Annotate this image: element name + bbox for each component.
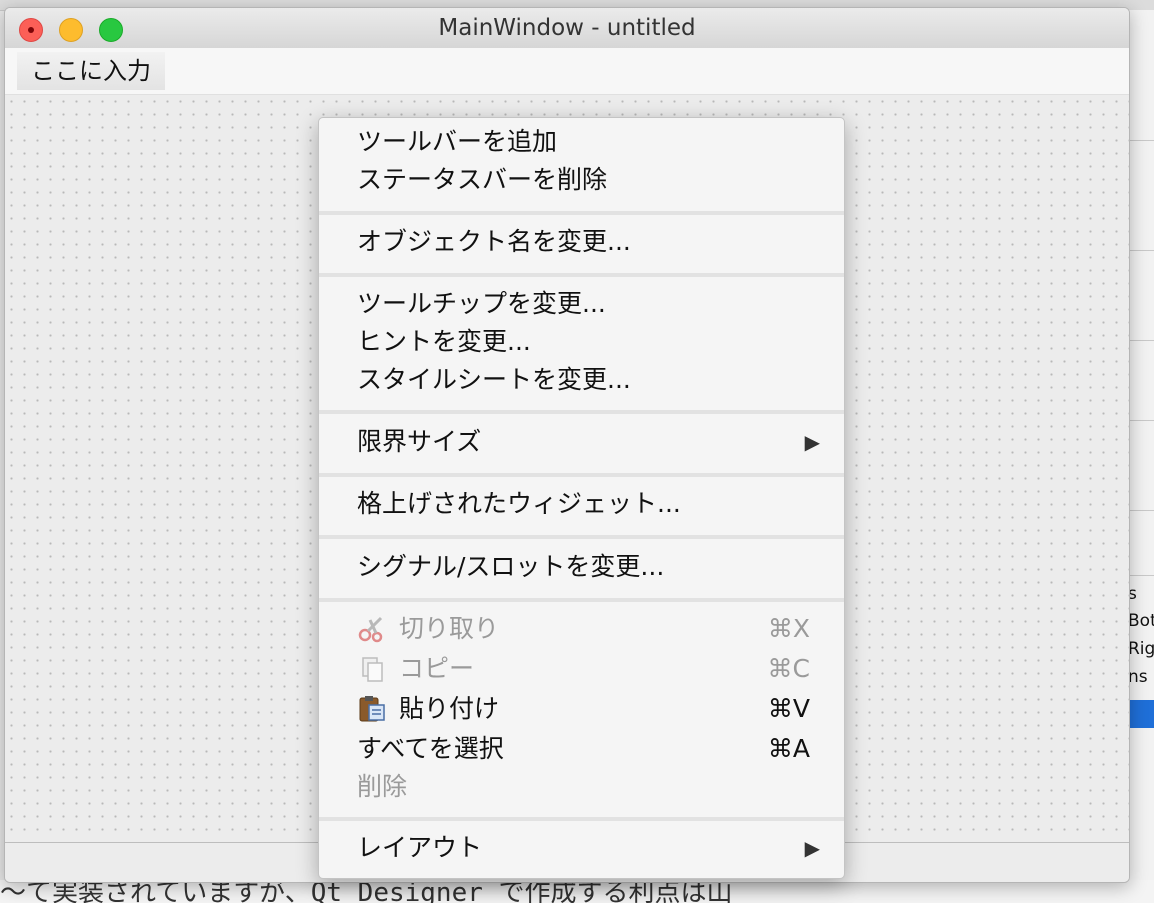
menu-item-remove-statusbar[interactable]: ステータスバーを削除	[319, 161, 844, 199]
menu-item-paste[interactable]: 貼り付け ⌘V	[319, 690, 844, 728]
window-title: MainWindow - untitled	[438, 15, 696, 41]
panel-divider	[1128, 340, 1154, 341]
menu-item-label: レイアウト	[357, 833, 483, 862]
scissors-icon	[357, 615, 387, 643]
shortcut-label: ⌘A	[767, 734, 810, 763]
menu-separator	[319, 273, 844, 277]
shortcut-label: ⌘X	[767, 614, 810, 643]
panel-divider	[1128, 510, 1154, 511]
menu-item-delete[interactable]: 削除	[319, 768, 844, 806]
menu-separator	[319, 535, 844, 539]
menu-item-select-all[interactable]: すべてを選択 ⌘A	[319, 730, 844, 768]
menu-item-label: 切り取り	[399, 614, 500, 643]
menu-item-label: ツールバーを追加	[357, 127, 558, 156]
menu-item-label: 貼り付け	[399, 694, 500, 723]
context-menu: ツールバーを追加 ステータスバーを削除 オブジェクト名を変更... ツールチップ…	[318, 117, 845, 879]
menu-placeholder-item[interactable]: ここに入力	[17, 52, 165, 90]
menu-separator	[319, 211, 844, 215]
menu-item-label: シグナル/スロットを変更...	[357, 552, 665, 581]
copy-icon	[357, 655, 387, 683]
panel-divider	[1128, 420, 1154, 421]
menu-item-change-stylesheet[interactable]: スタイルシートを変更...	[319, 361, 844, 399]
shortcut-label: ⌘V	[767, 694, 810, 723]
panel-divider	[1128, 250, 1154, 251]
panel-text: Righ	[1128, 639, 1154, 659]
menu-separator	[319, 473, 844, 477]
menu-item-cut[interactable]: 切り取り ⌘X	[319, 610, 844, 648]
menu-separator	[319, 598, 844, 602]
menu-bar: ここに入力	[5, 48, 1129, 95]
menu-item-label: 格上げされたウィジェット...	[357, 489, 681, 518]
menu-item-promoted-widgets[interactable]: 格上げされたウィジェット...	[319, 485, 844, 523]
menu-item-label: コピー	[399, 654, 475, 683]
menu-item-label: 限界サイズ	[357, 427, 482, 456]
menu-item-add-toolbar[interactable]: ツールバーを追加	[319, 123, 844, 161]
background-document: 〜て実装されていますが、Qt Designer で作成する利点は山	[0, 880, 1154, 903]
menu-item-size-constraints[interactable]: 限界サイズ ▶	[319, 423, 844, 461]
panel-text: Bott	[1128, 611, 1154, 631]
submenu-arrow-icon: ▶	[804, 430, 820, 454]
menu-item-label: ステータスバーを削除	[357, 165, 608, 194]
panel-text: ns	[1128, 667, 1148, 687]
menu-item-layout[interactable]: レイアウト ▶	[319, 829, 844, 867]
menu-separator	[319, 410, 844, 414]
panel-divider	[1128, 575, 1154, 576]
title-bar[interactable]: MainWindow - untitled	[5, 8, 1129, 49]
menu-item-label: ツールチップを変更...	[357, 289, 606, 318]
paste-icon	[357, 695, 387, 723]
submenu-arrow-icon: ▶	[804, 836, 820, 860]
menu-item-copy[interactable]: コピー ⌘C	[319, 650, 844, 688]
background-doc-text: 〜て実装されていますが、Qt Designer で作成する利点は山	[0, 880, 733, 903]
designer-side-panel: s Bott Righ ns	[1128, 10, 1154, 903]
panel-divider	[1128, 140, 1154, 141]
menu-item-label: スタイルシートを変更...	[357, 365, 631, 394]
menu-separator	[319, 817, 844, 821]
menu-item-label: すべてを選択	[357, 734, 504, 763]
panel-selected-row[interactable]	[1128, 700, 1154, 728]
menu-item-label: オブジェクト名を変更...	[357, 227, 631, 256]
menu-item-change-hint[interactable]: ヒントを変更...	[319, 323, 844, 361]
shortcut-label: ⌘C	[767, 654, 810, 683]
menu-item-change-tooltip[interactable]: ツールチップを変更...	[319, 285, 844, 323]
menu-item-label: ヒントを変更...	[357, 327, 531, 356]
menu-item-change-signals-slots[interactable]: シグナル/スロットを変更...	[319, 548, 844, 586]
menu-item-label: 削除	[357, 772, 408, 801]
menu-item-change-object-name[interactable]: オブジェクト名を変更...	[319, 223, 844, 261]
